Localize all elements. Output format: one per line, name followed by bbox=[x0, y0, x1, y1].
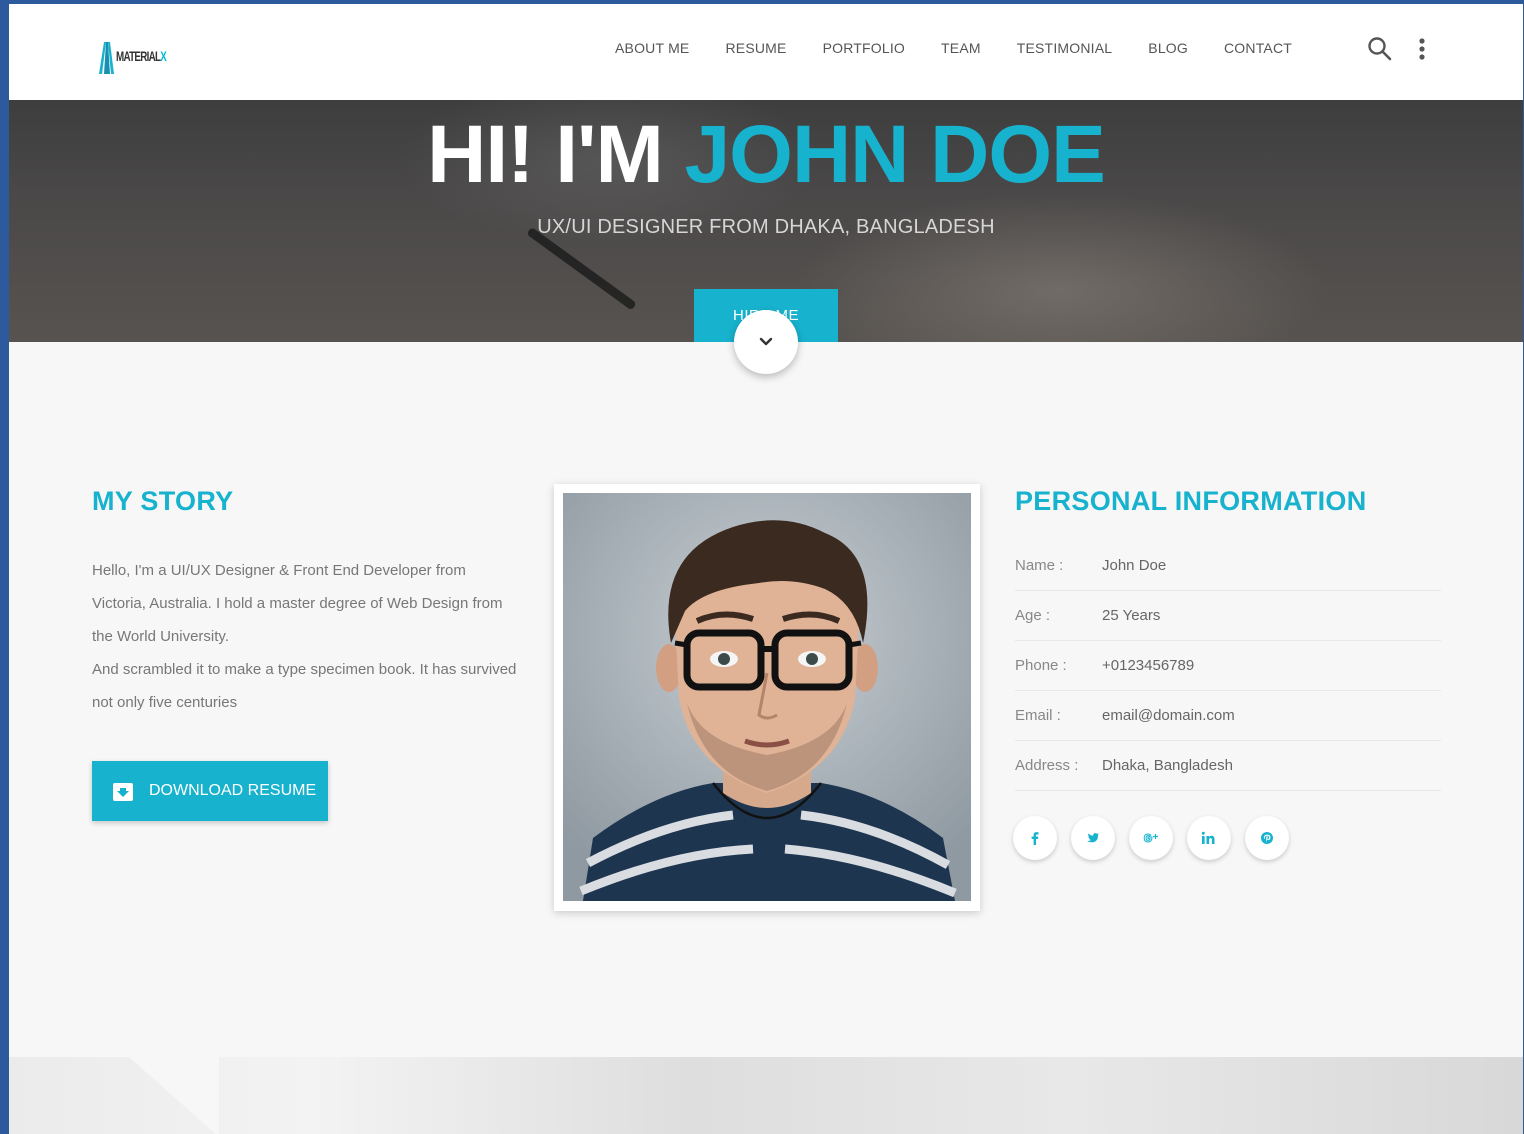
story-paragraph-1: Hello, I'm a UI/UX Designer & Front End … bbox=[92, 562, 503, 645]
story-text: Hello, I'm a UI/UX Designer & Front End … bbox=[92, 554, 522, 719]
google-plus-button[interactable] bbox=[1129, 816, 1173, 860]
nav-item-about-me[interactable]: ABOUT ME bbox=[615, 40, 689, 56]
linkedin-button[interactable] bbox=[1187, 816, 1231, 860]
info-value: Dhaka, Bangladesh bbox=[1102, 757, 1233, 774]
linkedin-icon bbox=[1201, 831, 1215, 844]
info-row-age: Age : 25 Years bbox=[1015, 591, 1441, 641]
info-key: Phone : bbox=[1015, 657, 1067, 674]
download-resume-button[interactable]: DOWNLOAD RESUME bbox=[92, 761, 328, 821]
page: MATERIALX ABOUT ME RESUME PORTFOLIO TEAM… bbox=[9, 4, 1523, 1134]
info-key: Age : bbox=[1015, 607, 1051, 624]
info-value: email@domain.com bbox=[1102, 707, 1235, 724]
twitter-button[interactable] bbox=[1071, 816, 1115, 860]
next-section-background bbox=[9, 1057, 1523, 1134]
info-row-phone: Phone : +0123456789 bbox=[1015, 641, 1441, 691]
hero-title: HI! I'M JOHN DOE bbox=[9, 108, 1523, 202]
hero-title-prefix: HI! I'M bbox=[427, 109, 685, 200]
info-value: 25 Years bbox=[1102, 607, 1161, 624]
nav-item-blog[interactable]: BLOG bbox=[1148, 40, 1188, 56]
download-resume-label: DOWNLOAD RESUME bbox=[149, 782, 317, 799]
nav-item-contact[interactable]: CONTACT bbox=[1224, 40, 1292, 56]
download-icon bbox=[113, 783, 133, 801]
facebook-icon bbox=[1031, 832, 1039, 845]
more-vert-icon[interactable] bbox=[1417, 36, 1427, 62]
info-key: Name : bbox=[1015, 557, 1064, 574]
search-icon[interactable] bbox=[1367, 36, 1393, 62]
nav-item-resume[interactable]: RESUME bbox=[725, 40, 786, 56]
facebook-button[interactable] bbox=[1013, 816, 1057, 860]
story-title: MY STORY bbox=[92, 486, 234, 516]
info-row-name: Name : John Doe bbox=[1015, 541, 1441, 591]
profile-photo-frame bbox=[554, 484, 980, 911]
personal-info-title: PERSONAL INFORMATION bbox=[1015, 486, 1367, 516]
chevron-down-icon bbox=[759, 337, 773, 346]
story-paragraph-2: And scrambled it to make a type specimen… bbox=[92, 661, 517, 711]
twitter-icon bbox=[1087, 833, 1099, 843]
profile-photo bbox=[563, 493, 971, 901]
info-row-address: Address : Dhaka, Bangladesh bbox=[1015, 741, 1441, 791]
info-value: +0123456789 bbox=[1102, 657, 1195, 674]
hero-title-name: JOHN DOE bbox=[684, 109, 1106, 200]
decorative-shape bbox=[129, 1057, 219, 1134]
logo[interactable]: MATERIALX bbox=[97, 38, 188, 74]
personal-info-list: Name : John Doe Age : 25 Years Phone : +… bbox=[1015, 541, 1441, 791]
pinterest-icon bbox=[1261, 832, 1273, 844]
pinterest-button[interactable] bbox=[1245, 816, 1289, 860]
logo-mark-icon bbox=[99, 42, 114, 74]
nav-item-team[interactable]: TEAM bbox=[941, 40, 981, 56]
logo-text: MATERIALX bbox=[116, 48, 167, 64]
info-key: Address : bbox=[1015, 757, 1079, 774]
hero-subtitle: UX/UI DESIGNER FROM DHAKA, BANGLADESH bbox=[537, 216, 995, 238]
nav-menu: ABOUT ME RESUME PORTFOLIO TEAM TESTIMONI… bbox=[615, 40, 1328, 56]
nav-item-testimonial[interactable]: TESTIMONIAL bbox=[1017, 40, 1113, 56]
info-value: John Doe bbox=[1102, 557, 1167, 574]
google-plus-icon bbox=[1143, 833, 1158, 843]
info-key: Email : bbox=[1015, 707, 1061, 724]
nav-item-portfolio[interactable]: PORTFOLIO bbox=[823, 40, 905, 56]
info-row-email: Email : email@domain.com bbox=[1015, 691, 1441, 741]
scroll-down-button[interactable] bbox=[734, 310, 798, 374]
navbar: MATERIALX ABOUT ME RESUME PORTFOLIO TEAM… bbox=[9, 4, 1523, 100]
hero-background-pencil bbox=[526, 226, 637, 311]
hero-section: HI! I'M JOHN DOE UX/UI DESIGNER FROM DHA… bbox=[9, 100, 1523, 342]
social-links bbox=[1013, 816, 1303, 860]
